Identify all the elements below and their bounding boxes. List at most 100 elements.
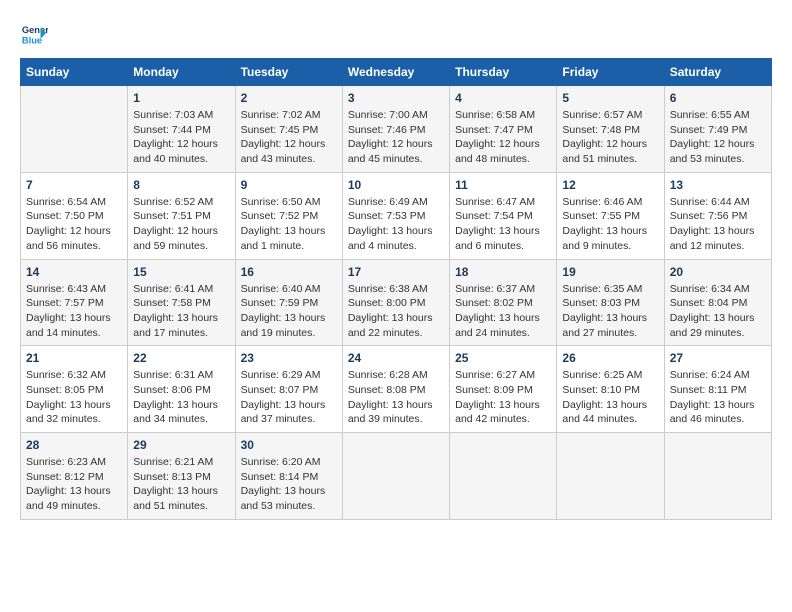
week-row-3: 14 Sunrise: 6:43 AM Sunset: 7:57 PM Dayli…	[21, 259, 772, 346]
calendar-cell: 24Sunrise: 6:28 AM Sunset: 8:08 PM Dayli…	[342, 346, 449, 433]
header-cell-sunday: Sunday	[21, 59, 128, 86]
day-number: 22	[133, 351, 229, 365]
day-number: 13	[670, 178, 766, 192]
day-info: Sunrise: 6:41 AM Sunset: 7:58 PM Dayligh…	[133, 282, 229, 341]
page-header: General Blue	[20, 20, 772, 48]
day-number: 20	[670, 265, 766, 279]
day-number: 29	[133, 438, 229, 452]
day-number: 25	[455, 351, 551, 365]
day-info: Sunrise: 6:25 AM Sunset: 8:10 PM Dayligh…	[562, 368, 658, 427]
calendar-cell: 1 Sunrise: 7:03 AM Sunset: 7:44 PM Daylig…	[128, 86, 235, 173]
day-number: 17	[348, 265, 444, 279]
day-number: 27	[670, 351, 766, 365]
calendar-cell: 18 Sunrise: 6:37 AM Sunset: 8:02 PM Dayli…	[450, 259, 557, 346]
calendar-body: 1 Sunrise: 7:03 AM Sunset: 7:44 PM Daylig…	[21, 86, 772, 520]
day-number: 1	[133, 91, 229, 105]
calendar-header: SundayMondayTuesdayWednesdayThursdayFrid…	[21, 59, 772, 86]
day-info: Sunrise: 6:35 AM Sunset: 8:03 PM Dayligh…	[562, 282, 658, 341]
day-info: Sunrise: 6:27 AM Sunset: 8:09 PM Dayligh…	[455, 368, 551, 427]
day-number: 8	[133, 178, 229, 192]
day-info: Sunrise: 6:34 AM Sunset: 8:04 PM Dayligh…	[670, 282, 766, 341]
calendar-cell	[664, 433, 771, 520]
day-number: 30	[241, 438, 337, 452]
calendar-cell: 25 Sunrise: 6:27 AM Sunset: 8:09 PM Dayli…	[450, 346, 557, 433]
day-number: 6	[670, 91, 766, 105]
day-info: Sunrise: 6:47 AM Sunset: 7:54 PM Dayligh…	[455, 195, 551, 254]
day-number: 26	[562, 351, 658, 365]
calendar-cell: 28 Sunrise: 6:23 AM Sunset: 8:12 PM Dayli…	[21, 433, 128, 520]
calendar-cell: 23 Sunrise: 6:29 AM Sunset: 8:07 PM Dayli…	[235, 346, 342, 433]
calendar-cell: 15 Sunrise: 6:41 AM Sunset: 7:58 PM Dayli…	[128, 259, 235, 346]
week-row-5: 28 Sunrise: 6:23 AM Sunset: 8:12 PM Dayli…	[21, 433, 772, 520]
calendar-cell	[557, 433, 664, 520]
calendar-cell: 5 Sunrise: 6:57 AM Sunset: 7:48 PM Daylig…	[557, 86, 664, 173]
day-info: Sunrise: 6:57 AM Sunset: 7:48 PM Dayligh…	[562, 108, 658, 167]
calendar-cell: 21Sunrise: 6:32 AM Sunset: 8:05 PM Dayli…	[21, 346, 128, 433]
day-number: 4	[455, 91, 551, 105]
header-row: SundayMondayTuesdayWednesdayThursdayFrid…	[21, 59, 772, 86]
day-info: Sunrise: 7:00 AM Sunset: 7:46 PM Dayligh…	[348, 108, 444, 167]
header-cell-thursday: Thursday	[450, 59, 557, 86]
day-number: 14	[26, 265, 122, 279]
day-number: 24	[348, 351, 444, 365]
calendar-cell: 7 Sunrise: 6:54 AM Sunset: 7:50 PM Daylig…	[21, 172, 128, 259]
calendar-cell: 13Sunrise: 6:44 AM Sunset: 7:56 PM Dayli…	[664, 172, 771, 259]
day-info: Sunrise: 6:50 AM Sunset: 7:52 PM Dayligh…	[241, 195, 337, 254]
calendar-cell: 10Sunrise: 6:49 AM Sunset: 7:53 PM Dayli…	[342, 172, 449, 259]
calendar-cell: 26 Sunrise: 6:25 AM Sunset: 8:10 PM Dayli…	[557, 346, 664, 433]
calendar-cell: 6 Sunrise: 6:55 AM Sunset: 7:49 PM Daylig…	[664, 86, 771, 173]
day-number: 7	[26, 178, 122, 192]
day-number: 11	[455, 178, 551, 192]
week-row-2: 7 Sunrise: 6:54 AM Sunset: 7:50 PM Daylig…	[21, 172, 772, 259]
calendar-cell: 3 Sunrise: 7:00 AM Sunset: 7:46 PM Daylig…	[342, 86, 449, 173]
day-info: Sunrise: 6:54 AM Sunset: 7:50 PM Dayligh…	[26, 195, 122, 254]
calendar-table: SundayMondayTuesdayWednesdayThursdayFrid…	[20, 58, 772, 520]
day-number: 28	[26, 438, 122, 452]
day-number: 5	[562, 91, 658, 105]
day-number: 23	[241, 351, 337, 365]
day-number: 15	[133, 265, 229, 279]
header-cell-tuesday: Tuesday	[235, 59, 342, 86]
day-info: Sunrise: 7:03 AM Sunset: 7:44 PM Dayligh…	[133, 108, 229, 167]
day-info: Sunrise: 6:38 AM Sunset: 8:00 PM Dayligh…	[348, 282, 444, 341]
day-info: Sunrise: 6:46 AM Sunset: 7:55 PM Dayligh…	[562, 195, 658, 254]
calendar-cell: 2 Sunrise: 7:02 AM Sunset: 7:45 PM Daylig…	[235, 86, 342, 173]
svg-text:Blue: Blue	[22, 35, 42, 45]
day-info: Sunrise: 6:23 AM Sunset: 8:12 PM Dayligh…	[26, 455, 122, 514]
header-cell-monday: Monday	[128, 59, 235, 86]
day-number: 21	[26, 351, 122, 365]
day-number: 16	[241, 265, 337, 279]
day-info: Sunrise: 6:24 AM Sunset: 8:11 PM Dayligh…	[670, 368, 766, 427]
calendar-cell: 20 Sunrise: 6:34 AM Sunset: 8:04 PM Dayli…	[664, 259, 771, 346]
calendar-cell: 19 Sunrise: 6:35 AM Sunset: 8:03 PM Dayli…	[557, 259, 664, 346]
calendar-cell: 29 Sunrise: 6:21 AM Sunset: 8:13 PM Dayli…	[128, 433, 235, 520]
calendar-cell: 8 Sunrise: 6:52 AM Sunset: 7:51 PM Daylig…	[128, 172, 235, 259]
day-number: 19	[562, 265, 658, 279]
calendar-cell: 22Sunrise: 6:31 AM Sunset: 8:06 PM Dayli…	[128, 346, 235, 433]
calendar-cell	[21, 86, 128, 173]
day-info: Sunrise: 6:58 AM Sunset: 7:47 PM Dayligh…	[455, 108, 551, 167]
calendar-cell: 30 Sunrise: 6:20 AM Sunset: 8:14 PM Dayli…	[235, 433, 342, 520]
day-info: Sunrise: 6:55 AM Sunset: 7:49 PM Dayligh…	[670, 108, 766, 167]
day-info: Sunrise: 7:02 AM Sunset: 7:45 PM Dayligh…	[241, 108, 337, 167]
calendar-cell	[342, 433, 449, 520]
day-info: Sunrise: 6:21 AM Sunset: 8:13 PM Dayligh…	[133, 455, 229, 514]
day-info: Sunrise: 6:52 AM Sunset: 7:51 PM Dayligh…	[133, 195, 229, 254]
day-info: Sunrise: 6:43 AM Sunset: 7:57 PM Dayligh…	[26, 282, 122, 341]
calendar-cell: 17 Sunrise: 6:38 AM Sunset: 8:00 PM Dayli…	[342, 259, 449, 346]
logo-icon: General Blue	[20, 20, 48, 48]
day-number: 2	[241, 91, 337, 105]
day-info: Sunrise: 6:29 AM Sunset: 8:07 PM Dayligh…	[241, 368, 337, 427]
calendar-cell: 14 Sunrise: 6:43 AM Sunset: 7:57 PM Dayli…	[21, 259, 128, 346]
day-info: Sunrise: 6:20 AM Sunset: 8:14 PM Dayligh…	[241, 455, 337, 514]
day-number: 10	[348, 178, 444, 192]
week-row-1: 1 Sunrise: 7:03 AM Sunset: 7:44 PM Daylig…	[21, 86, 772, 173]
day-number: 18	[455, 265, 551, 279]
header-cell-wednesday: Wednesday	[342, 59, 449, 86]
day-number: 9	[241, 178, 337, 192]
day-info: Sunrise: 6:37 AM Sunset: 8:02 PM Dayligh…	[455, 282, 551, 341]
day-number: 3	[348, 91, 444, 105]
week-row-4: 21Sunrise: 6:32 AM Sunset: 8:05 PM Dayli…	[21, 346, 772, 433]
calendar-cell: 16Sunrise: 6:40 AM Sunset: 7:59 PM Dayli…	[235, 259, 342, 346]
logo: General Blue	[20, 20, 52, 48]
